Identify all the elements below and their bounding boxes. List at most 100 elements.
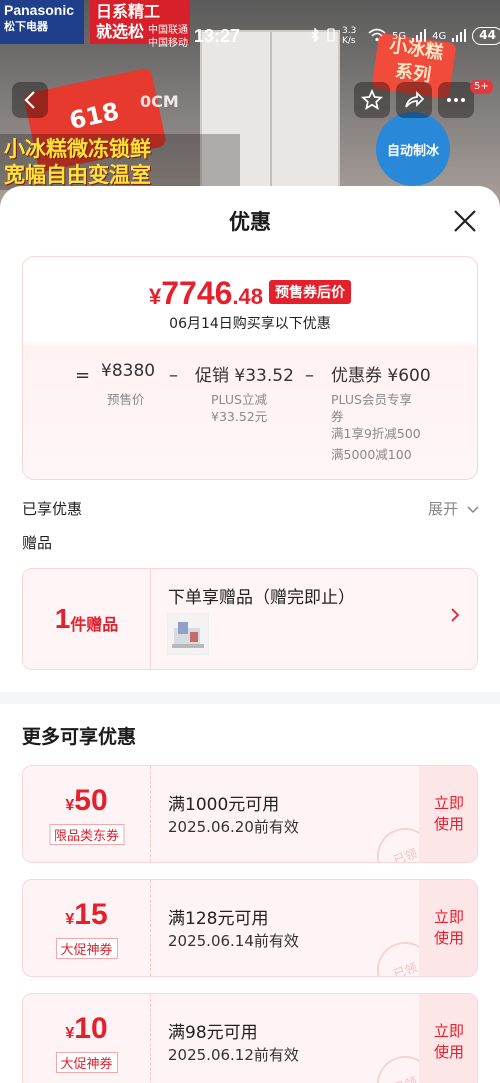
coupon-value: ¥10 大促神券 (23, 994, 151, 1083)
coupon-sub-line4: 满5000减100 (331, 447, 412, 462)
chevron-right-icon (451, 607, 460, 626)
coupon-amount: ¥15 (23, 898, 150, 932)
coupon-sub-line3: 满1享9折减500 (331, 426, 421, 441)
presale-price: ¥8380 (101, 361, 156, 381)
coupon-condition: 满128元可用 (168, 909, 269, 929)
coupon-sub-line2: 券 (331, 409, 344, 424)
star-icon (361, 89, 383, 110)
status-icons: 3.3 K/s 5G 4G 44 (310, 26, 500, 46)
coupon-condition: 满1000元可用 (168, 795, 280, 815)
chevron-left-icon (24, 91, 35, 109)
coupon-amount-value: 15 (74, 898, 108, 931)
coupon-expiry: 2025.06.20前有效 (168, 818, 299, 836)
back-button[interactable] (12, 82, 48, 118)
slogan-line1: 小冰糕微冻锁鲜 (4, 137, 151, 161)
coupon-currency: ¥ (65, 1025, 75, 1042)
gift-count-label: 件赠品 (70, 615, 119, 634)
coupon-discount: 优惠券 ¥600 (331, 366, 431, 386)
use-now-button[interactable]: 立即使用 (419, 994, 477, 1083)
coupon-card[interactable]: ¥15 大促神券 满128元可用 2025.06.14前有效 已领 立即使用 (22, 879, 478, 977)
coupon-currency: ¥ (65, 911, 75, 928)
status-bar: 中国联通 中国移动 13:27 3.3 K/s 5G 4G 44 (0, 22, 500, 52)
minus-sign-1: – (169, 365, 178, 386)
presale-label: 预售价 (107, 392, 145, 407)
coupon-amount: ¥10 (23, 1012, 150, 1046)
final-price-dec: .48 (232, 284, 264, 309)
close-icon (454, 210, 476, 232)
clock: 13:27 (194, 26, 241, 46)
section-divider (0, 692, 500, 704)
coupon-condition: 满98元可用 (168, 1023, 258, 1043)
coupon-type-tag: 大促神券 (55, 938, 118, 959)
ice-badge: 自动制冰 (376, 112, 450, 186)
signal2-label: 4G (432, 30, 447, 42)
gift-card[interactable]: 1 件赠品 下单享赠品（赠完即止） (22, 568, 478, 670)
final-currency: ¥ (148, 284, 162, 309)
coupon-value: ¥15 大促神券 (23, 880, 151, 976)
gift-thumbnail (167, 613, 209, 655)
enjoyed-label: 已享优惠 (22, 500, 83, 518)
equals-sign: = (75, 365, 91, 386)
minus-sign-2: – (305, 365, 314, 386)
gift-section-label: 赠品 (22, 534, 53, 552)
use-now-button[interactable]: 立即使用 (419, 880, 477, 976)
favorite-button[interactable] (354, 82, 390, 118)
screen: Panasonic 松下电器 日系精工 就选松 618 0CM 小冰糕微冻锁鲜 … (0, 0, 500, 1083)
slogan-line2: 宽幅自由变温室 (4, 163, 151, 187)
slogan: 小冰糕微冻锁鲜 宽幅自由变温室 (0, 134, 240, 190)
wifi-icon (368, 28, 386, 45)
gift-count-number: 1 (54, 603, 71, 634)
carrier-info: 中国联通 中国移动 (148, 24, 188, 50)
final-price-row: ¥7746.48 预售券后价 (23, 275, 477, 312)
expand-toggle[interactable]: 展开 (428, 498, 479, 519)
coupon-expiry: 2025.06.12前有效 (168, 1046, 299, 1064)
promo-sub-line2: ¥33.52元 (211, 409, 268, 424)
coupon-type-tag: 限品类东券 (48, 824, 125, 845)
vibrate-icon (326, 27, 336, 45)
sheet-title: 优惠 (229, 210, 271, 234)
promo-line1: 日系精工 (96, 2, 161, 21)
final-price-int: 7746 (161, 275, 233, 311)
coupon-sub: PLUS会员专享 券 满1享9折减500 满5000减100 (331, 391, 421, 463)
bluetooth-icon (310, 26, 320, 45)
gift-title: 下单享赠品（赠完即止） (168, 588, 355, 608)
use-now-label: 立即使用 (433, 908, 464, 947)
more-dots-icon (447, 98, 465, 102)
coupon-currency: ¥ (65, 797, 75, 814)
message-badge: 5+ (470, 80, 493, 94)
chevron-down-icon (467, 506, 479, 514)
price-breakdown-card: ¥7746.48 预售券后价 06月14日购买享以下优惠 = ¥8380 预售价… (22, 256, 478, 480)
battery-indicator: 44 (472, 27, 500, 45)
promo-sub: PLUS立减 ¥33.52元 (211, 391, 267, 425)
carrier2: 中国移动 (148, 38, 188, 49)
temp-text: 0CM (140, 92, 179, 111)
brand-en: Panasonic (4, 2, 75, 18)
use-now-label: 立即使用 (433, 1022, 464, 1061)
expand-label: 展开 (428, 500, 459, 518)
promo-sub-line1: PLUS立减 (211, 392, 267, 407)
use-now-button[interactable]: 立即使用 (419, 766, 477, 862)
close-button[interactable] (450, 206, 480, 236)
promo-discount: 促销 ¥33.52 (195, 366, 294, 386)
coupon-amount: ¥50 (23, 784, 150, 818)
signal1-icon (412, 28, 427, 45)
share-button[interactable] (396, 82, 432, 118)
more-button[interactable] (438, 82, 474, 118)
sale-text: 618 (66, 97, 122, 135)
coupon-amount-value: 50 (74, 784, 108, 817)
coupon-card[interactable]: ¥10 大促神券 满98元可用 2025.06.12前有效 已领 立即使用 (22, 993, 478, 1083)
more-offers-title: 更多可享优惠 (22, 726, 137, 748)
net-speed: 3.3 K/s (342, 26, 357, 46)
final-price: ¥7746.48 (149, 275, 263, 312)
carrier1: 中国联通 (148, 25, 188, 36)
gift-count: 1 件赠品 (23, 569, 151, 669)
discount-sheet: 优惠 ¥7746.48 预售券后价 06月14日购买享以下优惠 = ¥8380 … (0, 186, 500, 1083)
use-now-label: 立即使用 (433, 794, 464, 833)
final-price-tag: 预售券后价 (269, 280, 352, 304)
coupon-card[interactable]: ¥50 限品类东券 满1000元可用 2025.06.20前有效 已领 立即使用 (22, 765, 478, 863)
coupon-expiry: 2025.06.14前有效 (168, 932, 299, 950)
coupon-value: ¥50 限品类东券 (23, 766, 151, 862)
purchase-date-note: 06月14日购买享以下优惠 (169, 316, 331, 332)
share-icon (405, 90, 425, 108)
coupon-sub-line1: PLUS会员专享 (331, 392, 412, 407)
